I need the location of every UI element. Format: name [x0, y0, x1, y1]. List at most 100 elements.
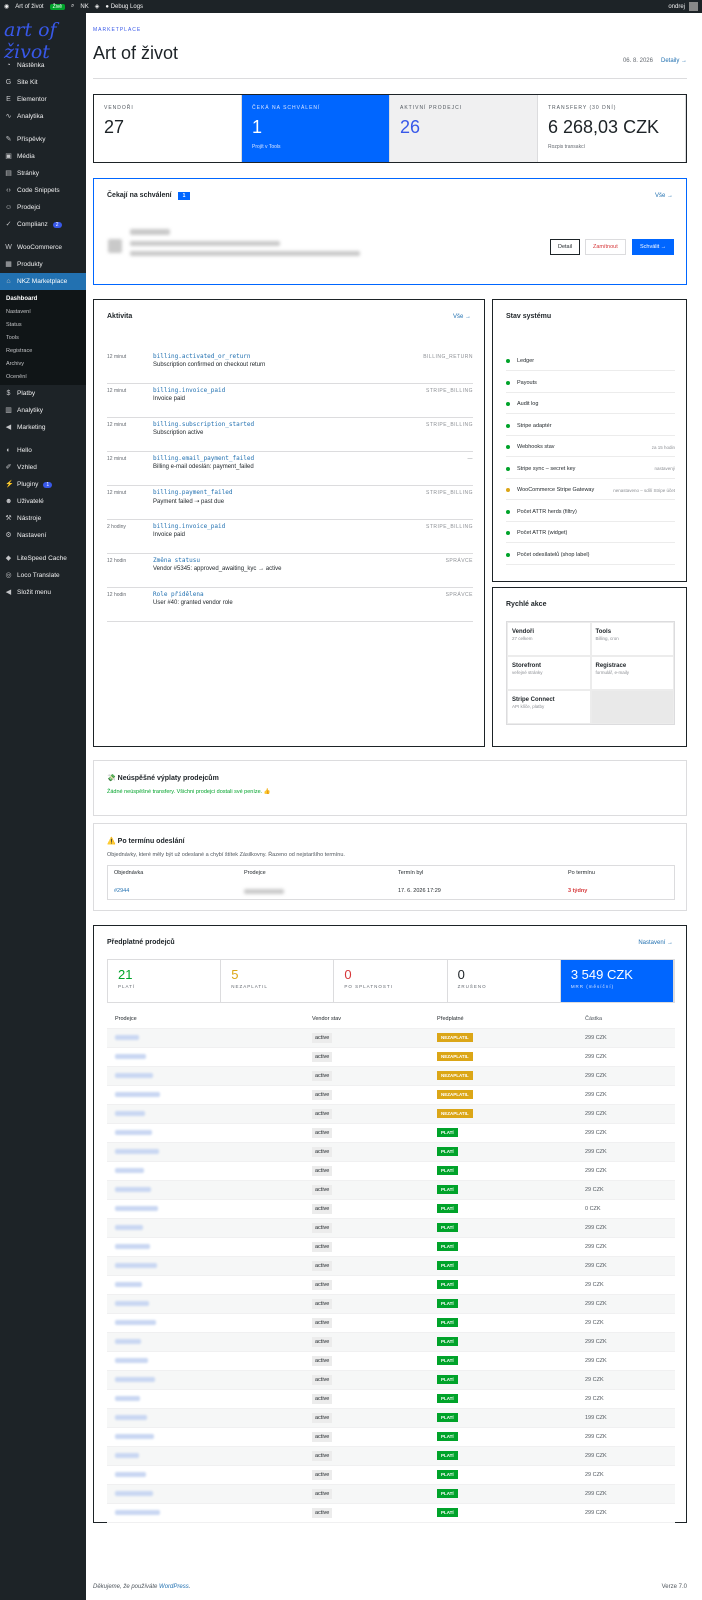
vendor-name[interactable] — [115, 1243, 150, 1249]
vendor-name[interactable] — [115, 1186, 151, 1192]
avatar[interactable] — [689, 2, 698, 11]
sidebar-item-3[interactable]: ◐ Hello — [0, 442, 86, 459]
sidebar-item-4[interactable]: ✐ Vzhled — [0, 459, 86, 476]
vendor-name[interactable] — [115, 1452, 139, 1458]
wordpress-link[interactable]: WordPress — [159, 1584, 189, 1590]
vendor-cell[interactable] — [107, 1034, 312, 1042]
sidebar-item-7[interactable]: ‹› Code Snippets — [0, 182, 86, 199]
submenu-item[interactable]: Registrace — [0, 344, 86, 357]
activity-event[interactable]: billing.invoice_paid — [153, 523, 225, 530]
vendor-cell[interactable] — [107, 1319, 312, 1327]
sidebar-item-1[interactable]: G Site Kit — [0, 74, 86, 91]
activity-event[interactable]: billing.subscription_started — [153, 421, 254, 428]
sidebar-item-6[interactable]: ☻ Uživatelé — [0, 493, 86, 510]
vendor-cell[interactable] — [107, 1205, 312, 1213]
submenu-item[interactable]: Nastavení — [0, 305, 86, 318]
vendor-cell[interactable] — [107, 1414, 312, 1422]
sidebar-item-4[interactable]: ✎ Příspěvky — [0, 131, 86, 148]
quick-action[interactable]: Registrace formulář, e-maily — [590, 656, 674, 690]
vendor-name[interactable] — [115, 1281, 142, 1287]
vendor-name[interactable] — [115, 1091, 160, 1097]
vendor-cell[interactable] — [107, 1490, 312, 1498]
vendor-cell[interactable] — [107, 1300, 312, 1308]
sidebar-item-10[interactable]: W WooCommerce — [0, 239, 86, 256]
sidebar-item-9[interactable]: ✓ Complianz 2 — [0, 216, 86, 233]
vendor-name[interactable] — [115, 1300, 149, 1306]
vendor-name[interactable] — [115, 1167, 144, 1173]
vendor-cell[interactable] — [107, 1338, 312, 1346]
stat-card[interactable]: ČEKÁ NA SCHVÁLENÍ 1 Projít v Tools — [242, 95, 390, 162]
vendor-name[interactable] — [115, 1034, 139, 1040]
sidebar-item-7[interactable]: ⚒ Nástroje — [0, 510, 86, 527]
submenu-item[interactable]: Tools — [0, 331, 86, 344]
site-name[interactable]: Art of život — [15, 4, 43, 10]
sidebar-item-11[interactable]: ▦ Produkty — [0, 256, 86, 273]
submenu-item[interactable]: Status — [0, 318, 86, 331]
vendor-cell[interactable] — [107, 1167, 312, 1175]
sidebar-item-8[interactable]: ☺ Prodejci — [0, 199, 86, 216]
vendor-cell[interactable] — [107, 1376, 312, 1384]
vendor-cell[interactable] — [107, 1053, 312, 1061]
vendor-name[interactable] — [115, 1338, 141, 1344]
vendor-cell[interactable] — [107, 1357, 312, 1365]
vendor-name[interactable] — [115, 1433, 154, 1439]
vendor-cell[interactable] — [107, 1072, 312, 1080]
reject-button[interactable]: Zamítnout — [585, 239, 626, 255]
vendor-name[interactable] — [115, 1414, 147, 1420]
vendor-name[interactable] — [115, 1471, 146, 1477]
quick-action[interactable]: Storefront veřejné stránky — [507, 656, 591, 690]
activity-event[interactable]: billing.payment_failed — [153, 489, 232, 496]
activity-all-link[interactable]: Vše → — [453, 314, 471, 320]
subs-settings-link[interactable]: Nastavení → — [638, 940, 673, 946]
order-link[interactable]: #2944 — [114, 888, 129, 894]
sidebar-item-12[interactable]: ⌂ NKZ Marketplace — [0, 273, 86, 290]
sidebar-item-0[interactable]: $ Platby — [0, 385, 86, 402]
quick-action[interactable]: Tools Billing, cron — [590, 622, 674, 656]
diamond-icon[interactable]: ◈ — [95, 3, 100, 10]
search-icon[interactable]: ⌕ — [71, 3, 74, 10]
sidebar-item-2[interactable]: E Elementor — [0, 91, 86, 108]
sidebar-item-2[interactable]: ◀ Marketing — [0, 419, 86, 436]
vendor-name[interactable] — [115, 1509, 160, 1515]
vendor-name[interactable] — [115, 1224, 143, 1230]
vendor-cell[interactable] — [107, 1471, 312, 1479]
vendor-cell[interactable] — [107, 1110, 312, 1118]
quick-action[interactable]: Vendoři 27 celkem — [507, 622, 591, 656]
sidebar-item-9[interactable]: ◆ LiteSpeed Cache — [0, 550, 86, 567]
sidebar-item-6[interactable]: ▤ Stránky — [0, 165, 86, 182]
vendor-name[interactable] — [115, 1053, 146, 1059]
nk-count[interactable]: NK — [80, 4, 88, 10]
detail-button[interactable]: Detail — [550, 239, 581, 255]
vendor-cell[interactable] — [107, 1091, 312, 1099]
vendor-cell[interactable] — [107, 1224, 312, 1232]
approve-button[interactable]: Schválit → — [632, 239, 675, 255]
submenu-item[interactable]: Ocenění — [0, 370, 86, 383]
sidebar-item-5[interactable]: ⚡ Pluginy 1 — [0, 476, 86, 493]
activity-event[interactable]: billing.activated_or_return — [153, 353, 251, 360]
wp-logo-icon[interactable]: ◉ — [4, 3, 9, 10]
vendor-name[interactable] — [115, 1357, 148, 1363]
vendor-cell[interactable] — [107, 1395, 312, 1403]
quick-action[interactable]: Stripe Connect API klíče, platby — [507, 690, 591, 724]
activity-event[interactable]: Změna statusu — [153, 557, 200, 564]
pending-all-link[interactable]: Vše → — [655, 193, 673, 199]
vendor-name[interactable] — [115, 1072, 153, 1078]
activity-event[interactable]: Role přidělena — [153, 591, 204, 598]
vendor-cell[interactable] — [107, 1433, 312, 1441]
activity-event[interactable]: billing.email_payment_failed — [153, 455, 254, 462]
vendor-cell[interactable] — [107, 1186, 312, 1194]
sidebar-item-5[interactable]: ▣ Média — [0, 148, 86, 165]
vendor-cell[interactable] — [107, 1281, 312, 1289]
vendor-cell[interactable] — [107, 1262, 312, 1270]
vendor-cell[interactable] — [107, 1452, 312, 1460]
sidebar-item-1[interactable]: ▥ Analytiky — [0, 402, 86, 419]
vendor-name[interactable] — [115, 1395, 140, 1401]
vendor-name[interactable] — [115, 1490, 153, 1496]
vendor-name[interactable] — [115, 1205, 158, 1211]
activity-event[interactable]: billing.invoice_paid — [153, 387, 225, 394]
details-link[interactable]: Detaily → — [661, 58, 687, 64]
debug-logs[interactable]: ● Debug Logs — [105, 4, 143, 10]
vendor-name[interactable] — [115, 1376, 155, 1382]
site-logo[interactable]: art of život — [0, 13, 86, 63]
user-name[interactable]: ondrej — [668, 4, 685, 10]
